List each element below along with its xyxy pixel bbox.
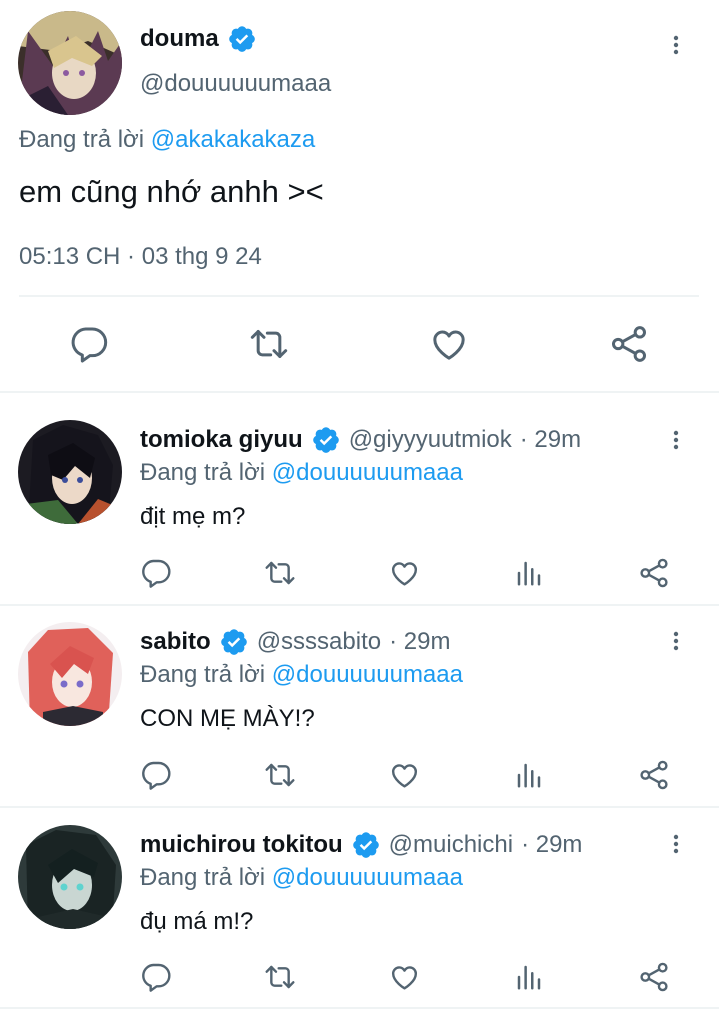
heart-icon[interactable] — [388, 961, 421, 993]
avatar-sabito[interactable] — [18, 622, 122, 726]
author-name[interactable]: muichirou tokitou — [140, 831, 343, 859]
more-vertical-icon[interactable] — [664, 30, 688, 60]
retweet-icon[interactable] — [248, 324, 290, 364]
replying-to-line: Đang trả lời @douuuuuumaaa — [140, 661, 463, 689]
divider — [0, 391, 719, 393]
replying-to-link[interactable]: @douuuuuumaaa — [272, 459, 463, 486]
replying-to-link[interactable]: @akakakakaza — [151, 126, 315, 153]
reply-time: · 29m — [521, 831, 583, 858]
reply-time: · 29m — [389, 628, 451, 655]
reply-text: CON MẸ MÀY!? — [140, 705, 315, 732]
share-icon[interactable] — [637, 557, 671, 589]
heart-icon[interactable] — [428, 324, 470, 364]
views-icon[interactable] — [514, 961, 544, 993]
replying-to-link[interactable]: @douuuuuumaaa — [272, 864, 463, 891]
tweet-timestamp[interactable]: 05:13 CH · 03 thg 9 24 — [19, 243, 262, 271]
more-vertical-icon[interactable] — [664, 626, 688, 656]
replying-to-line: Đang trả lời @douuuuuumaaa — [140, 864, 463, 892]
heart-icon[interactable] — [388, 557, 421, 589]
reply-icon[interactable] — [69, 324, 109, 364]
share-icon[interactable] — [637, 961, 671, 993]
reply-text: địt mẹ m? — [140, 503, 246, 530]
author-name[interactable]: douma — [140, 25, 219, 53]
tweet-text: em cũng nhớ anhh >< — [19, 174, 324, 209]
verified-icon — [351, 830, 381, 860]
author-name[interactable]: sabito — [140, 628, 211, 656]
reply-text: đụ má m!? — [140, 908, 254, 935]
divider — [19, 295, 699, 297]
share-icon[interactable] — [608, 324, 650, 364]
author-name[interactable]: tomioka giyuu — [140, 426, 303, 454]
divider — [0, 1007, 719, 1009]
reply-icon[interactable] — [140, 961, 172, 993]
replying-prefix: Đang trả lời — [140, 661, 266, 688]
reply-time: · 29m — [519, 426, 582, 453]
divider — [0, 806, 719, 808]
views-icon[interactable] — [514, 557, 544, 589]
avatar-douma[interactable] — [18, 11, 122, 115]
avatar-muichirou[interactable] — [18, 825, 122, 929]
reply-icon[interactable] — [140, 557, 172, 589]
more-vertical-icon[interactable] — [664, 829, 688, 859]
author-handle[interactable]: @muichichi — [389, 831, 513, 859]
replying-prefix: Đang trả lời — [140, 864, 266, 891]
more-vertical-icon[interactable] — [664, 425, 688, 455]
author-handle[interactable]: @douuuuuumaaa — [140, 70, 331, 98]
verified-icon — [311, 425, 341, 455]
verified-icon — [219, 627, 249, 657]
retweet-icon[interactable] — [263, 557, 297, 589]
share-icon[interactable] — [637, 759, 671, 791]
replying-to-link[interactable]: @douuuuuumaaa — [272, 661, 463, 688]
avatar-tomioka[interactable] — [18, 420, 122, 524]
replying-to-line: Đang trả lời @douuuuuumaaa — [140, 459, 463, 487]
replying-prefix: Đang trả lời — [140, 459, 266, 486]
views-icon[interactable] — [514, 759, 544, 791]
divider — [0, 604, 719, 606]
retweet-icon[interactable] — [263, 961, 297, 993]
replying-to-line: Đang trả lời @akakakakaza — [19, 126, 315, 154]
verified-icon — [227, 24, 257, 54]
author-handle[interactable]: @ssssabito — [257, 628, 381, 656]
retweet-icon[interactable] — [263, 759, 297, 791]
replying-prefix: Đang trả lời — [19, 126, 145, 153]
author-handle[interactable]: @giyyyuutmiok — [349, 426, 512, 454]
reply-icon[interactable] — [140, 759, 172, 791]
heart-icon[interactable] — [388, 759, 421, 791]
